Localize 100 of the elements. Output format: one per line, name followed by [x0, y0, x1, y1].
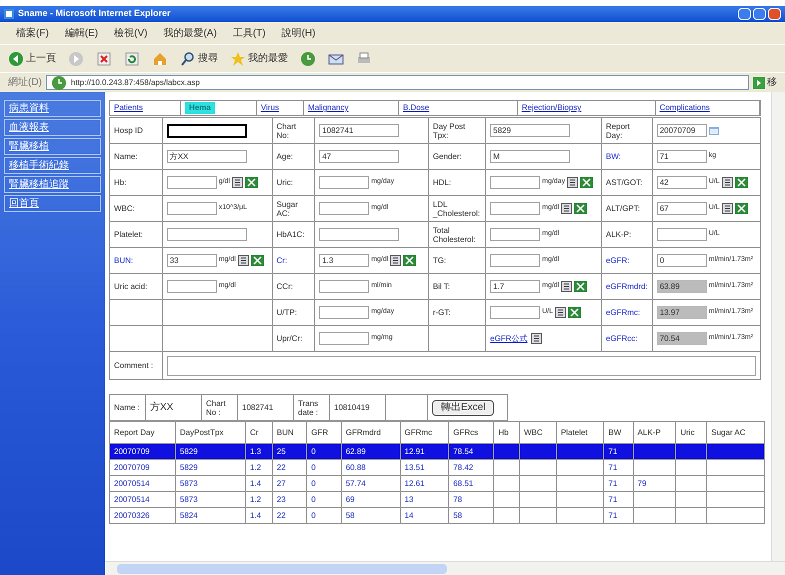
- toolbar-button[interactable]: 我的最愛: [230, 50, 288, 66]
- note-icon[interactable]: [531, 333, 542, 344]
- star-icon[interactable]: [230, 50, 246, 66]
- comment-field[interactable]: [166, 356, 756, 376]
- address-field[interactable]: http://10.0.243.87:458/aps/labcx.asp: [46, 75, 749, 90]
- refresh-icon[interactable]: [124, 50, 140, 66]
- input-field[interactable]: [490, 202, 540, 215]
- spreadsheet-icon[interactable]: [250, 255, 264, 266]
- input-field[interactable]: [166, 228, 247, 241]
- input-field[interactable]: [166, 280, 217, 293]
- tab[interactable]: Malignancy: [308, 102, 348, 114]
- spreadsheet-icon[interactable]: [580, 177, 594, 188]
- formula-link[interactable]: eGFR公式: [490, 332, 528, 344]
- input-field[interactable]: [319, 332, 370, 345]
- sidebar-link[interactable]: 腎臟移植: [4, 138, 101, 155]
- tab[interactable]: Patients: [114, 102, 143, 114]
- export-button[interactable]: 轉出Excel: [432, 400, 494, 416]
- input-field[interactable]: 71: [656, 150, 707, 163]
- note-icon[interactable]: [238, 255, 249, 266]
- table-row[interactable]: 20070709 5829 1.2 22 0 60.88 13.51 78.42 71: [110, 460, 764, 476]
- input-field[interactable]: 33: [166, 254, 217, 267]
- history-icon[interactable]: [300, 50, 316, 66]
- note-icon[interactable]: [722, 203, 733, 214]
- summary-text: Name :: [114, 403, 140, 412]
- calendar-icon[interactable]: [708, 126, 719, 134]
- field-label: Age:: [276, 152, 293, 161]
- sidebar-link[interactable]: 血液報表: [4, 119, 101, 136]
- field-label: Uric:: [276, 178, 293, 187]
- field-label: ALK-P:: [606, 230, 632, 239]
- home-icon[interactable]: [152, 50, 168, 66]
- search-icon[interactable]: [180, 50, 196, 66]
- input-field[interactable]: [490, 306, 540, 319]
- input-field[interactable]: [319, 202, 370, 215]
- note-icon[interactable]: [561, 281, 572, 292]
- spreadsheet-icon[interactable]: [245, 177, 258, 188]
- note-icon[interactable]: [561, 203, 572, 214]
- input-field[interactable]: 20070709: [656, 124, 707, 137]
- input-field[interactable]: 1.3: [319, 254, 370, 267]
- note-icon[interactable]: [232, 177, 243, 188]
- menu-item[interactable]: 我的最愛(A): [163, 26, 217, 40]
- table-row[interactable]: 20070514 5873 1.4 27 0 57.74 12.61 68.51 71 79: [110, 476, 764, 492]
- note-icon[interactable]: [390, 255, 402, 266]
- menu-item[interactable]: 編輯(E): [64, 26, 98, 40]
- table-cell: 0: [311, 494, 316, 504]
- table-row[interactable]: 20070326 5824 1.4 22 0 58 14 58 71: [110, 508, 764, 524]
- tab[interactable]: B.Dose: [402, 102, 430, 114]
- input-field[interactable]: M: [490, 150, 570, 163]
- spreadsheet-icon[interactable]: [574, 281, 588, 292]
- input-field[interactable]: [319, 228, 400, 241]
- input-field[interactable]: [490, 228, 540, 241]
- history-icon[interactable]: [50, 74, 67, 90]
- input-field[interactable]: 47: [319, 150, 400, 163]
- input-field[interactable]: 5829: [490, 124, 570, 137]
- minimize-button[interactable]: [738, 8, 751, 20]
- input-field[interactable]: 67: [656, 202, 707, 215]
- input-field[interactable]: [166, 176, 217, 189]
- input-field[interactable]: [490, 176, 540, 189]
- horizontal-scrollbar[interactable]: [105, 561, 785, 575]
- toolbar-button[interactable]: 上一頁: [8, 50, 56, 66]
- spreadsheet-icon[interactable]: [568, 307, 582, 318]
- input-field[interactable]: [319, 280, 370, 293]
- input-field[interactable]: [319, 176, 370, 189]
- table-cell: 78.54: [453, 446, 474, 456]
- sidebar-link[interactable]: 移植手術紀錄: [4, 157, 101, 174]
- go-button[interactable]: 移: [753, 75, 777, 90]
- menu-item[interactable]: 工具(T): [232, 26, 266, 40]
- tab[interactable]: Rejection/Biopsy: [522, 102, 582, 114]
- menu-item[interactable]: 檢視(V): [114, 26, 148, 40]
- input-field[interactable]: 42: [656, 176, 707, 189]
- spreadsheet-icon[interactable]: [734, 177, 748, 188]
- table-row[interactable]: 20070514 5873 1.2 23 0 69 13 78 71: [110, 492, 764, 508]
- spreadsheet-icon[interactable]: [403, 255, 416, 266]
- stop-icon[interactable]: [96, 50, 112, 66]
- spreadsheet-icon[interactable]: [734, 203, 748, 214]
- spreadsheet-icon[interactable]: [574, 203, 588, 214]
- input-field[interactable]: [166, 202, 217, 215]
- tab[interactable]: Complications: [660, 102, 710, 114]
- note-icon[interactable]: [555, 307, 566, 318]
- input-field[interactable]: 0: [656, 254, 707, 267]
- input-field[interactable]: [319, 306, 370, 319]
- note-icon[interactable]: [722, 177, 733, 188]
- sidebar-link[interactable]: 病患資料: [4, 100, 101, 117]
- input-field[interactable]: [166, 124, 247, 138]
- note-icon[interactable]: [567, 177, 578, 188]
- input-field[interactable]: [490, 254, 540, 267]
- sidebar-link[interactable]: 回首頁: [4, 195, 101, 212]
- tab[interactable]: Virus: [260, 102, 279, 114]
- menu-item[interactable]: 說明(H): [282, 26, 316, 40]
- input-field: 13.97: [656, 306, 707, 319]
- maximize-button[interactable]: [753, 8, 766, 20]
- close-button[interactable]: [768, 8, 781, 20]
- toolbar-button[interactable]: 搜尋: [180, 50, 218, 66]
- input-field[interactable]: [656, 228, 707, 241]
- input-field[interactable]: 1.7: [490, 280, 540, 293]
- table-row[interactable]: 20070709 5829 1.3 25 0 62.89 12.91 78.54 71: [110, 444, 764, 460]
- sidebar-link[interactable]: 腎臟移植追蹤: [4, 176, 101, 193]
- input-field[interactable]: 1082741: [319, 124, 400, 137]
- input-field[interactable]: 方XX: [166, 150, 247, 163]
- menu-item[interactable]: 檔案(F): [16, 26, 49, 40]
- vertical-scrollbar[interactable]: [771, 92, 785, 561]
